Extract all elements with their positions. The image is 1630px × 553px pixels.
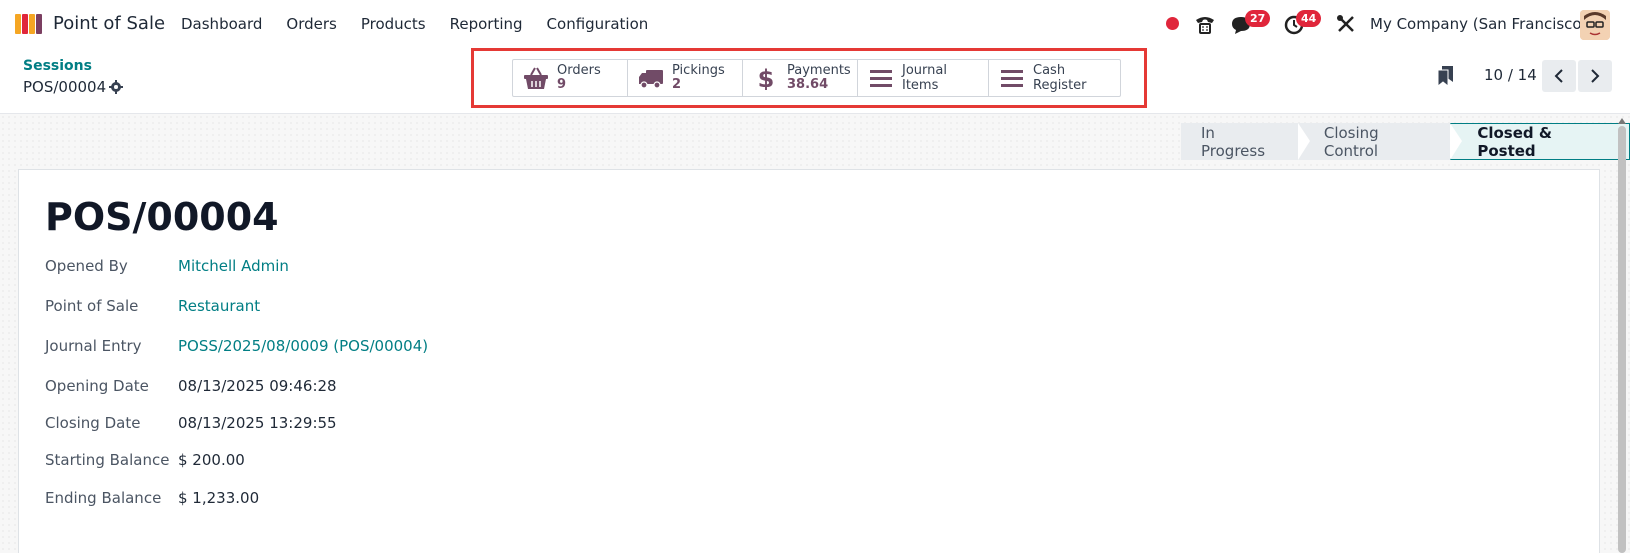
smart-buttons: Orders 9 Pickings 2 $ Payments 38.64 Jou… [512, 59, 1121, 97]
cash-register-smart-button[interactable]: Cash Register [989, 60, 1120, 96]
pickings-count: 2 [672, 77, 682, 92]
scrollbar-thumb[interactable] [1618, 126, 1626, 553]
recording-indicator[interactable] [1166, 17, 1179, 30]
activities-count-badge: 44 [1296, 10, 1322, 27]
scroll-up-arrow[interactable] [1618, 118, 1626, 124]
menu-dashboard[interactable]: Dashboard [181, 15, 262, 33]
svg-text:$: $ [758, 66, 775, 90]
stage-closed-posted[interactable]: Closed & Posted [1450, 123, 1630, 160]
journal-entry-value[interactable]: POSS/2025/08/0009 (POS/00004) [178, 337, 428, 355]
opening-date-label: Opening Date [45, 377, 149, 395]
list-icon [999, 66, 1025, 90]
ending-balance-value: $ 1,233.00 [178, 489, 260, 507]
pager-next-button[interactable] [1578, 60, 1612, 92]
main-menu: Dashboard Orders Products Reporting Conf… [181, 15, 672, 33]
menu-configuration[interactable]: Configuration [547, 15, 649, 33]
control-panel: Sessions POS/00004 Orders 9 Pickings 2 $… [0, 48, 1630, 114]
user-avatar[interactable] [1580, 10, 1610, 40]
status-bar: In Progress Closing Control Closed & Pos… [1181, 123, 1630, 160]
pager-previous-button[interactable] [1542, 60, 1576, 92]
session-title: POS/00004 [45, 195, 279, 239]
payments-label: Payments [787, 63, 851, 78]
bookmark-icon[interactable] [1436, 65, 1454, 87]
pager-value[interactable]: 10 / 14 [1484, 66, 1537, 84]
menu-orders[interactable]: Orders [286, 15, 336, 33]
company-switcher[interactable]: My Company (San Francisco) [1370, 15, 1587, 33]
opened-by-label: Opened By [45, 257, 128, 275]
ending-balance-label: Ending Balance [45, 489, 162, 507]
closing-date-label: Closing Date [45, 414, 141, 432]
payments-amount: 38.64 [787, 77, 829, 92]
stage-in-progress[interactable]: In Progress [1181, 123, 1300, 160]
menu-products[interactable]: Products [361, 15, 426, 33]
point-of-sale-label: Point of Sale [45, 297, 139, 315]
vertical-scrollbar[interactable] [1618, 118, 1626, 553]
journal-items-smart-button[interactable]: Journal Items [858, 60, 989, 96]
truck-icon [638, 66, 664, 90]
point-of-sale-value[interactable]: Restaurant [178, 297, 260, 315]
breadcrumb-current-record: POS/00004 [23, 78, 107, 96]
payments-smart-button[interactable]: $ Payments 38.64 [743, 60, 858, 96]
opened-by-value[interactable]: Mitchell Admin [178, 257, 289, 275]
breadcrumb-sessions[interactable]: Sessions [23, 58, 92, 74]
messages-count-badge: 27 [1245, 10, 1271, 27]
starting-balance-value: $ 200.00 [178, 451, 245, 469]
stage-closing-control[interactable]: Closing Control [1297, 123, 1453, 160]
top-navbar: Point of Sale Dashboard Orders Products … [0, 0, 1630, 48]
pickings-smart-button[interactable]: Pickings 2 [628, 60, 743, 96]
menu-reporting[interactable]: Reporting [450, 15, 523, 33]
dollar-icon: $ [753, 66, 779, 90]
starting-balance-label: Starting Balance [45, 451, 170, 469]
orders-count: 9 [557, 77, 567, 92]
orders-smart-button[interactable]: Orders 9 [513, 60, 628, 96]
debug-tools-icon[interactable] [1335, 13, 1357, 35]
opening-date-value: 08/13/2025 09:46:28 [178, 377, 337, 395]
closing-date-value: 08/13/2025 13:29:55 [178, 414, 337, 432]
orders-label: Orders [557, 63, 601, 78]
list-icon [868, 66, 894, 90]
cash-register-label: Cash Register [1033, 63, 1087, 93]
journal-items-label: Journal Items [902, 63, 947, 93]
chevron-left-icon [1554, 69, 1563, 83]
phone-icon[interactable] [1193, 12, 1217, 36]
pickings-label: Pickings [672, 63, 725, 78]
chevron-right-icon [1591, 69, 1600, 83]
app-name[interactable]: Point of Sale [53, 13, 165, 34]
journal-entry-label: Journal Entry [45, 337, 142, 355]
pos-app-icon[interactable] [14, 12, 44, 36]
gear-icon[interactable] [108, 79, 124, 95]
basket-icon [523, 66, 549, 90]
